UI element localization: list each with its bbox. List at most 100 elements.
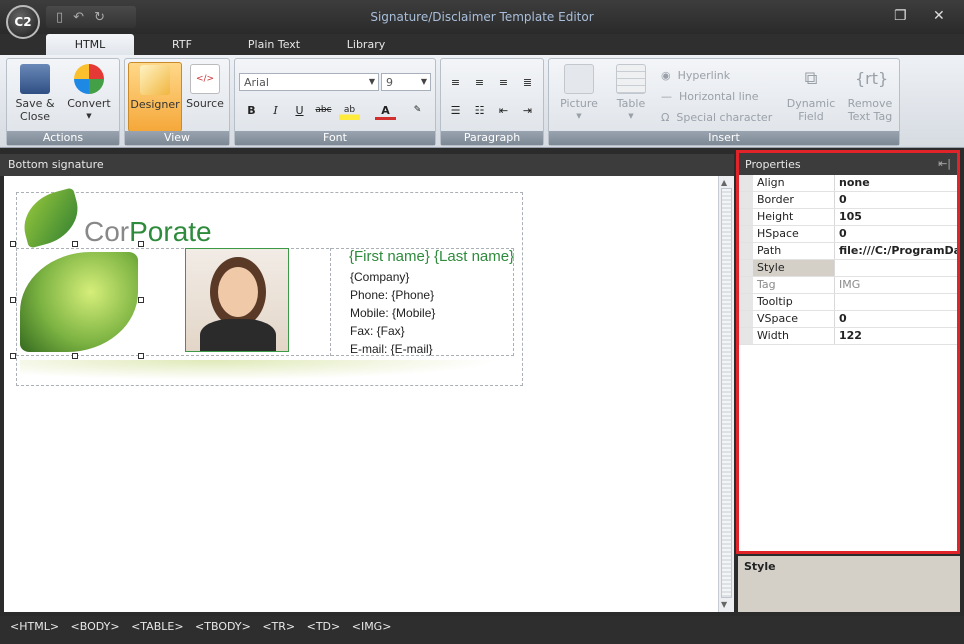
property-value[interactable] xyxy=(835,260,957,276)
phone-placeholder[interactable]: Phone: {Phone} xyxy=(350,286,435,304)
numbered-list-icon[interactable]: ☷ xyxy=(469,101,490,120)
ribbon-tabs: HTML RTF Plain Text Library xyxy=(0,34,964,56)
floppy-icon xyxy=(20,64,50,94)
property-value[interactable]: 0 xyxy=(835,192,957,208)
property-row-tag[interactable]: Tag IMG xyxy=(739,277,957,294)
property-row-hspace[interactable]: HSpace 0 xyxy=(739,226,957,243)
resize-handle[interactable] xyxy=(138,241,144,247)
mobile-placeholder[interactable]: Mobile: {Mobile} xyxy=(350,304,435,322)
property-row-height[interactable]: Height 105 xyxy=(739,209,957,226)
remove-text-tag-button[interactable]: {rt} Remove Text Tag xyxy=(843,62,897,132)
property-row-tooltip[interactable]: Tooltip xyxy=(739,294,957,311)
pencil-icon xyxy=(140,65,170,95)
hline-label: Horizontal line xyxy=(679,90,759,103)
property-row-path[interactable]: Path file:///C:/ProgramDa xyxy=(739,243,957,260)
property-value: IMG xyxy=(839,278,861,291)
fax-placeholder[interactable]: Fax: {Fax} xyxy=(350,322,435,340)
breadcrumb-img[interactable]: <IMG> xyxy=(352,620,392,633)
resize-handle[interactable] xyxy=(72,241,78,247)
breadcrumb-tbody[interactable]: <TBODY> xyxy=(195,620,251,633)
group-label-insert: Insert xyxy=(549,131,899,145)
source-button[interactable]: </> Source xyxy=(183,62,227,132)
vertical-scrollbar[interactable]: ▲ ▼ xyxy=(718,176,734,612)
app-menu-button[interactable]: C2 xyxy=(6,5,40,39)
resize-handle[interactable] xyxy=(10,297,16,303)
strikethrough-icon[interactable]: abc xyxy=(313,101,334,120)
breadcrumb-table[interactable]: <TABLE> xyxy=(131,620,183,633)
pin-icon[interactable]: ⇤| xyxy=(938,157,951,170)
portrait-photo[interactable] xyxy=(185,248,289,352)
property-value[interactable]: 0 xyxy=(835,311,957,327)
property-row-vspace[interactable]: VSpace 0 xyxy=(739,311,957,328)
underline-icon[interactable]: U xyxy=(289,101,310,120)
convert-button[interactable]: Convert ▼ xyxy=(63,62,115,132)
scroll-up-icon[interactable]: ▲ xyxy=(721,178,727,187)
align-right-icon[interactable]: ≡ xyxy=(493,73,514,92)
font-size-value: 9 xyxy=(386,76,393,89)
property-row-border[interactable]: Border 0 xyxy=(739,192,957,209)
property-value[interactable]: 0 xyxy=(835,226,957,242)
email-placeholder[interactable]: E-mail: {E-mail} xyxy=(350,340,435,358)
group-label-actions: Actions xyxy=(7,131,119,145)
special-label: Special character xyxy=(676,111,773,124)
property-value[interactable]: none xyxy=(835,175,957,191)
font-family-select[interactable]: Arial ▼ xyxy=(239,73,379,91)
tab-plain-text[interactable]: Plain Text xyxy=(238,34,310,56)
scroll-thumb[interactable] xyxy=(721,188,732,598)
convert-label: Convert xyxy=(67,97,111,110)
highlight-icon[interactable]: ab xyxy=(339,101,360,120)
ribbon: Save & Close Convert ▼ Actions Designer … xyxy=(0,55,964,148)
resize-handle[interactable] xyxy=(10,353,16,359)
property-key: Height xyxy=(753,209,835,225)
designer-button[interactable]: Designer xyxy=(128,62,182,132)
restore-icon[interactable]: ❐ xyxy=(894,8,907,24)
horizontal-line-button[interactable]: — Horizontal line xyxy=(661,90,759,103)
tab-rtf[interactable]: RTF xyxy=(150,34,214,56)
table-button[interactable]: Table ▼ xyxy=(607,62,655,132)
hyperlink-button[interactable]: ◉ Hyperlink xyxy=(661,69,730,82)
dynamic-field-button[interactable]: ⧉ Dynamic Field xyxy=(783,62,839,132)
picture-button[interactable]: Picture ▼ xyxy=(555,62,603,132)
resize-handle[interactable] xyxy=(10,241,16,247)
property-row-align[interactable]: Align none xyxy=(739,175,957,192)
align-center-icon[interactable]: ≡ xyxy=(469,73,490,92)
property-row-style[interactable]: Style xyxy=(739,260,957,277)
resize-handle[interactable] xyxy=(72,353,78,359)
convert-icon xyxy=(74,64,104,94)
indent-icon[interactable]: ⇥ xyxy=(517,101,538,120)
bold-icon[interactable]: B xyxy=(241,101,262,120)
bullet-list-icon[interactable]: ☰ xyxy=(445,101,466,120)
dynamic-field-icon: ⧉ xyxy=(804,68,818,89)
footer-gradient xyxy=(20,360,500,380)
italic-icon[interactable]: I xyxy=(265,101,286,120)
close-icon[interactable]: ✕ xyxy=(933,8,945,24)
font-size-select[interactable]: 9 ▼ xyxy=(381,73,431,91)
property-value[interactable]: file:///C:/ProgramDa xyxy=(835,243,957,259)
breadcrumb-html[interactable]: <HTML> xyxy=(10,620,59,633)
clear-format-icon[interactable]: ✎ xyxy=(407,101,428,120)
property-value[interactable]: 105 xyxy=(835,209,957,225)
contact-details: {Company} Phone: {Phone} Mobile: {Mobile… xyxy=(350,268,435,358)
resize-handle[interactable] xyxy=(138,353,144,359)
property-value[interactable] xyxy=(835,294,957,310)
align-left-icon[interactable]: ≡ xyxy=(445,73,466,92)
font-color-icon[interactable]: A xyxy=(375,101,396,120)
tab-html[interactable]: HTML xyxy=(46,34,134,56)
breadcrumb-body[interactable]: <BODY> xyxy=(71,620,120,633)
property-value[interactable]: 122 xyxy=(835,328,957,344)
save-close-button[interactable]: Save & Close xyxy=(11,62,59,132)
breadcrumb-td[interactable]: <TD> xyxy=(307,620,341,633)
justify-icon[interactable]: ≣ xyxy=(517,73,538,92)
breadcrumb-tr[interactable]: <TR> xyxy=(262,620,295,633)
name-placeholder[interactable]: {First name} {Last name} xyxy=(349,248,514,265)
scroll-down-icon[interactable]: ▼ xyxy=(721,600,727,609)
tab-library[interactable]: Library xyxy=(336,34,396,56)
resize-handle[interactable] xyxy=(138,297,144,303)
special-character-button[interactable]: Ω Special character xyxy=(661,111,772,124)
property-row-width[interactable]: Width 122 xyxy=(739,328,957,345)
outdent-icon[interactable]: ⇤ xyxy=(493,101,514,120)
property-key: Width xyxy=(753,328,835,344)
design-canvas[interactable]: CorPorate {First name} {Last name} {Comp… xyxy=(4,176,718,612)
company-placeholder[interactable]: {Company} xyxy=(350,268,435,286)
group-paragraph: ≡ ≡ ≡ ≣ ☰ ☷ ⇤ ⇥ Paragraph xyxy=(440,58,544,146)
